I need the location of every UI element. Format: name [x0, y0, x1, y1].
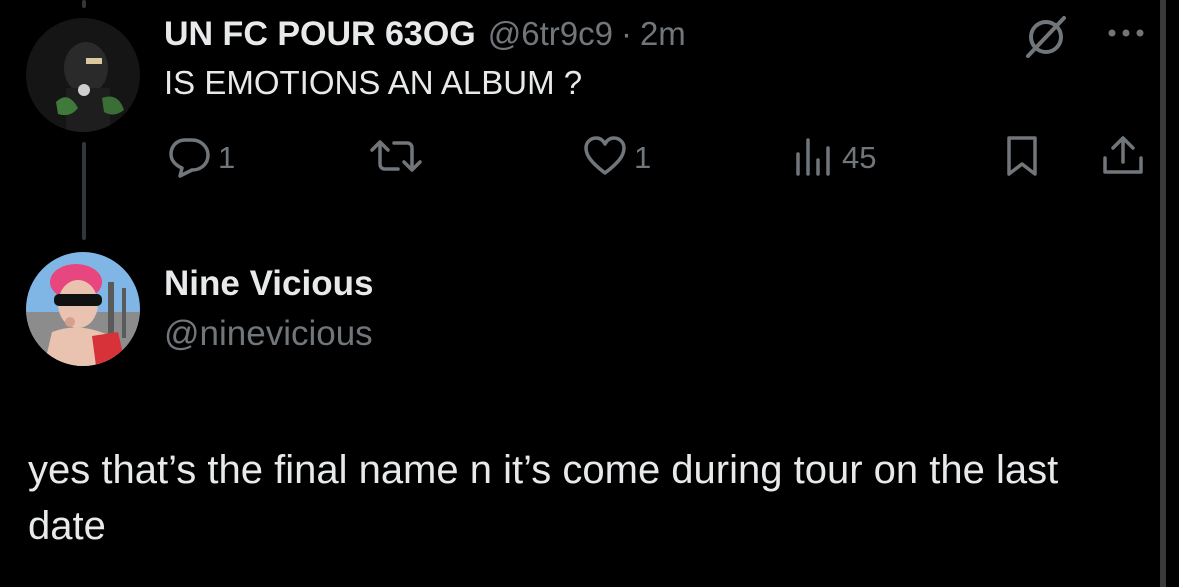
author-handle[interactable]: @6tr9c9: [488, 15, 613, 53]
more-icon[interactable]: [1104, 18, 1148, 48]
bookmark-icon: [1000, 134, 1044, 183]
retweet-icon: [368, 134, 424, 183]
separator-dot: ·: [620, 15, 632, 52]
like-icon: [582, 134, 628, 183]
reply-avatar[interactable]: [26, 252, 140, 366]
tweet-actions: 1 1 45: [0, 134, 1179, 182]
like-button[interactable]: 1: [582, 134, 651, 182]
timestamp[interactable]: 2m: [640, 15, 686, 53]
views-button[interactable]: 45: [792, 134, 876, 182]
reply-button[interactable]: 1: [166, 134, 235, 182]
views-icon: [792, 134, 836, 183]
share-icon: [1100, 134, 1146, 183]
scrollbar[interactable]: [1160, 0, 1166, 587]
bookmark-button[interactable]: [1000, 134, 1044, 182]
tweet-header: UN FC POUR 63OG @6tr9c9 · 2m: [164, 12, 686, 56]
reply-display-name[interactable]: Nine Vicious: [164, 264, 373, 304]
no-entry-icon[interactable]: [1022, 14, 1074, 58]
tweet-text: IS EMOTIONS AN ALBUM ?: [164, 64, 583, 101]
avatar[interactable]: [26, 18, 140, 132]
share-button[interactable]: [1100, 134, 1146, 182]
like-count: 1: [634, 140, 652, 175]
reply-handle[interactable]: @ninevicious: [164, 314, 373, 354]
reply-text: yes that’s the final name n it’s come du…: [28, 448, 1059, 548]
view-count: 45: [842, 140, 877, 175]
retweet-button[interactable]: [368, 134, 430, 182]
reply-icon: [166, 134, 212, 183]
author-display-name[interactable]: UN FC POUR 63OG: [164, 15, 476, 54]
reply-count: 1: [218, 140, 236, 175]
thread-line-top: [82, 0, 86, 8]
